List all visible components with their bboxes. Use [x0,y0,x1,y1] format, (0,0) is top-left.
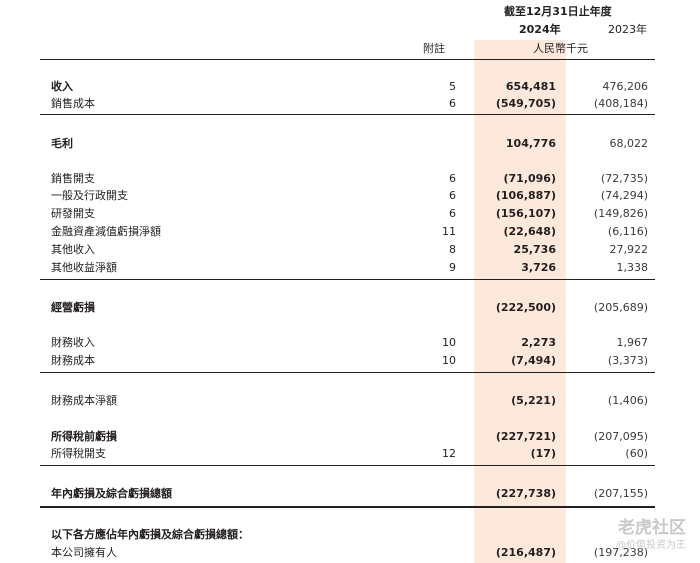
row-label: 收入 [51,80,73,93]
row-current: (227,738) [495,487,556,500]
row-prior: (3,373) [607,354,648,367]
watermark-brand: 老虎社区 [618,518,686,538]
row-note: 11 [442,225,456,238]
row-label: 以下各方應佔年內虧損及綜合虧損總額： [51,528,249,541]
table-row: 財務成本淨額 (5,221) (1,406) [0,393,700,409]
row-current: (227,721) [495,430,556,443]
total-rule [40,506,655,508]
row-current: 3,726 [521,261,556,274]
row-current: 25,736 [513,243,556,256]
row-prior: (408,184) [593,97,648,110]
row-prior: (1,406) [607,394,648,407]
row-label: 毛利 [51,137,73,150]
row-current: (5,221) [511,394,556,407]
row-label: 本公司擁有人 [51,546,117,559]
row-label: 金融資產減值虧損淨額 [51,225,161,238]
row-current: (156,107) [495,207,556,220]
table-row: 其他收益淨額 9 3,726 1,338 [0,260,700,276]
row-prior: (149,826) [593,207,648,220]
row-prior: (207,155) [593,487,648,500]
table-row: 其他收入 8 25,736 27,922 [0,242,700,258]
row-label: 經營虧損 [51,301,95,314]
row-prior: 27,922 [609,243,649,256]
section-rule [40,465,655,466]
row-current: (7,494) [511,354,556,367]
table-row: 收入 5 654,481 476,206 [0,79,700,95]
table-row: 財務收入 10 2,273 1,967 [0,335,700,351]
row-current: (549,705) [495,97,556,110]
row-prior: (74,294) [600,189,648,202]
row-prior: 1,967 [616,336,649,349]
note-column-heading: 附註 [423,42,445,55]
row-label: 其他收益淨額 [51,261,117,274]
row-note: 6 [449,207,456,220]
row-note: 8 [449,243,456,256]
row-prior: (205,689) [593,301,648,314]
table-row: 所得稅前虧損 (227,721) (207,095) [0,429,700,445]
table-row: 金融資產減值虧損淨額 11 (22,648) (6,116) [0,224,700,240]
row-label: 其他收入 [51,243,95,256]
table-row: 經營虧損 (222,500) (205,689) [0,300,700,316]
row-note: 12 [442,447,456,460]
row-prior: (6,116) [607,225,648,238]
row-prior: (72,735) [600,172,648,185]
period-heading: 截至12月31日止年度 [504,5,612,18]
row-current: (22,648) [503,225,556,238]
row-note: 10 [442,336,456,349]
table-row: 所得稅開支 12 (17) (60) [0,446,700,462]
row-current: (106,887) [495,189,556,202]
row-label: 年內虧損及綜合虧損總額 [51,487,172,500]
header-rule [40,59,655,60]
row-label: 銷售開支 [51,172,95,185]
table-row: 毛利 104,776 68,022 [0,136,700,152]
row-label: 所得稅開支 [51,447,106,460]
row-note: 6 [449,97,456,110]
row-current: 654,481 [505,80,556,93]
table-row: 本公司擁有人 (216,487) (197,238) [0,545,700,561]
row-label: 財務收入 [51,336,95,349]
row-prior: 1,338 [616,261,649,274]
section-rule [40,114,655,115]
row-label: 財務成本淨額 [51,394,117,407]
row-note: 6 [449,172,456,185]
row-current: (216,487) [495,546,556,559]
table-row: 銷售開支 6 (71,096) (72,735) [0,171,700,187]
row-label: 財務成本 [51,354,95,367]
unit-heading: 人民幣千元 [533,42,588,55]
row-label: 研發開支 [51,207,95,220]
row-note: 6 [449,189,456,202]
current-year-heading: 2024年 [519,23,561,36]
row-note: 10 [442,354,456,367]
table-row: 一般及行政開支 6 (106,887) (74,294) [0,188,700,204]
row-prior: (60) [625,447,648,460]
table-row: 研發開支 6 (156,107) (149,826) [0,206,700,222]
row-current: 2,273 [521,336,556,349]
row-prior: (207,095) [593,430,648,443]
section-rule [40,279,655,280]
row-label: 一般及行政開支 [51,189,128,202]
table-row: 以下各方應佔年內虧損及綜合虧損總額： [0,527,700,543]
row-prior: 476,206 [602,80,649,93]
row-note: 9 [449,261,456,274]
section-rule [40,372,655,373]
table-row: 財務成本 10 (7,494) (3,373) [0,353,700,369]
row-prior: 68,022 [609,137,649,150]
prior-year-heading: 2023年 [608,23,647,36]
row-label: 所得稅前虧損 [51,430,117,443]
row-label: 銷售成本 [51,97,95,110]
table-row: 年內虧損及綜合虧損總額 (227,738) (207,155) [0,486,700,502]
table-row: 銷售成本 6 (549,705) (408,184) [0,96,700,112]
watermark-author: @价值投资为王 [616,540,686,551]
row-note: 5 [449,80,456,93]
row-current: (222,500) [495,301,556,314]
row-current: (17) [530,447,556,460]
row-current: 104,776 [505,137,556,150]
row-current: (71,096) [503,172,556,185]
